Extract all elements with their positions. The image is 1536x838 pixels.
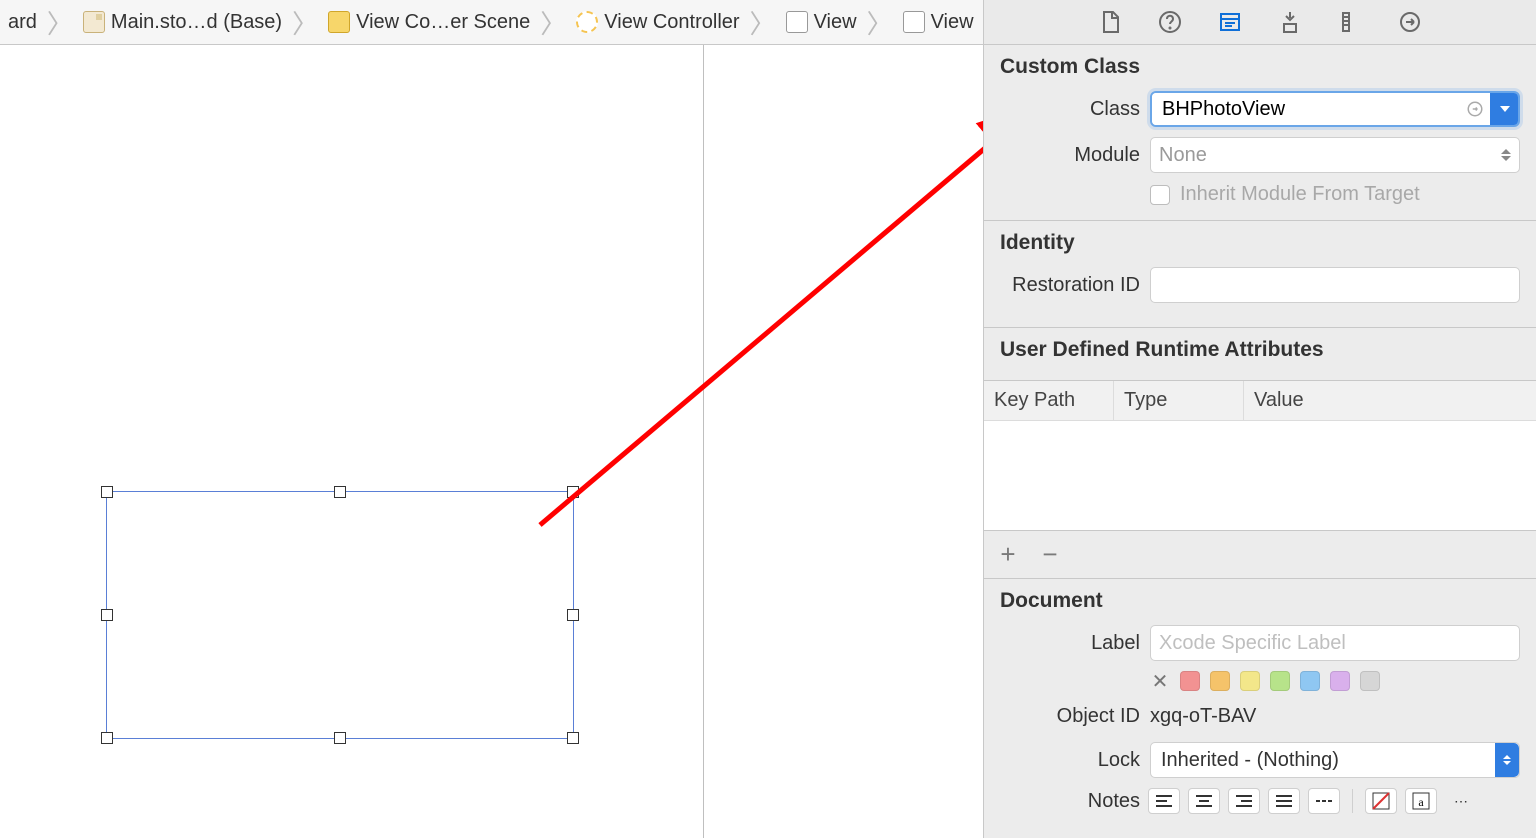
view-controller-icon: [576, 11, 598, 33]
notes-more-button[interactable]: ⋯: [1445, 788, 1477, 814]
restoration-id-input[interactable]: [1150, 267, 1520, 303]
color-swatch[interactable]: [1360, 671, 1380, 691]
separator: [1352, 789, 1353, 813]
section-title: User Defined Runtime Attributes: [1000, 338, 1520, 362]
label-lock: Lock: [1000, 749, 1140, 772]
resize-handle[interactable]: [101, 609, 113, 621]
notes-align-left-button[interactable]: [1148, 788, 1180, 814]
resize-handle[interactable]: [334, 486, 346, 498]
col-value[interactable]: Value: [1244, 381, 1536, 420]
resize-handle[interactable]: [567, 486, 579, 498]
chevron-right-icon: 〉: [45, 4, 75, 41]
tab-connections-inspector[interactable]: [1396, 8, 1424, 36]
label-notes: Notes: [1000, 790, 1140, 813]
chevron-right-icon: 〉: [865, 4, 895, 41]
chevron-right-icon: 〉: [290, 4, 320, 41]
label-class: Class: [1000, 98, 1140, 121]
breadcrumb-item-project[interactable]: ard: [0, 11, 45, 34]
runtime-table-body[interactable]: [984, 421, 1536, 531]
canvas-divider: [703, 45, 704, 838]
svg-text:a: a: [1418, 795, 1424, 809]
tab-identity-inspector[interactable]: [1216, 8, 1244, 36]
clear-label-color-button[interactable]: ✕: [1150, 671, 1170, 691]
breadcrumb-label: View Controller: [604, 11, 739, 34]
breadcrumb[interactable]: ard 〉 Main.sto…d (Base) 〉 View Co…er Sce…: [0, 0, 983, 45]
label-module: Module: [1000, 144, 1140, 167]
inspector-tabs: [984, 0, 1536, 45]
inherit-module-checkbox[interactable]: [1150, 185, 1170, 205]
view-icon: [903, 11, 925, 33]
resize-handle[interactable]: [101, 732, 113, 744]
class-combobox[interactable]: [1150, 91, 1520, 127]
resize-handle[interactable]: [567, 732, 579, 744]
module-placeholder: None: [1159, 144, 1207, 167]
breadcrumb-label: View: [814, 11, 857, 34]
breadcrumb-item-view[interactable]: View: [778, 11, 865, 34]
selected-view[interactable]: [106, 491, 574, 739]
breadcrumb-item-view[interactable]: View: [895, 11, 982, 34]
notes-align-right-button[interactable]: [1228, 788, 1260, 814]
notes-color-button[interactable]: [1365, 788, 1397, 814]
tab-size-inspector[interactable]: [1336, 8, 1364, 36]
resize-handle[interactable]: [334, 732, 346, 744]
color-swatch[interactable]: [1270, 671, 1290, 691]
resize-handle[interactable]: [101, 486, 113, 498]
chevron-updown-icon: [1501, 149, 1511, 161]
tab-attributes-inspector[interactable]: [1276, 8, 1304, 36]
color-swatch[interactable]: [1180, 671, 1200, 691]
document-label-input[interactable]: [1150, 625, 1520, 661]
lock-select[interactable]: Inherited - (Nothing): [1150, 742, 1520, 778]
section-custom-class: Custom Class Class Module None: [984, 45, 1536, 221]
tab-file-inspector[interactable]: [1096, 8, 1124, 36]
section-title: Document: [1000, 589, 1520, 613]
storyboard-file-icon: [83, 11, 105, 33]
runtime-table-footer: + −: [984, 531, 1536, 579]
inspector-panel: Custom Class Class Module None: [983, 0, 1536, 838]
tab-quick-help[interactable]: [1156, 8, 1184, 36]
lock-value: Inherited - (Nothing): [1161, 749, 1339, 772]
color-swatch[interactable]: [1330, 671, 1350, 691]
notes-font-button[interactable]: a: [1405, 788, 1437, 814]
col-key-path[interactable]: Key Path: [984, 381, 1114, 420]
add-attribute-button[interactable]: +: [996, 539, 1020, 570]
chevron-right-icon: 〉: [538, 4, 568, 41]
color-swatch[interactable]: [1240, 671, 1260, 691]
module-combobox[interactable]: None: [1150, 137, 1520, 173]
label-document-label: Label: [1000, 632, 1140, 655]
object-id-value: xgq-oT-BAV: [1150, 701, 1520, 732]
class-input[interactable]: [1152, 93, 1460, 125]
breadcrumb-label: Main.sto…d (Base): [111, 11, 282, 34]
resize-handle[interactable]: [567, 609, 579, 621]
notes-align-justify-button[interactable]: [1268, 788, 1300, 814]
notes-align-center-button[interactable]: [1188, 788, 1220, 814]
section-title: Custom Class: [1000, 55, 1520, 79]
section-title: Identity: [1000, 231, 1520, 255]
remove-attribute-button[interactable]: −: [1038, 539, 1062, 570]
section-identity: Identity Restoration ID: [984, 221, 1536, 328]
label-object-id: Object ID: [1000, 705, 1140, 728]
notes-style-dashed-button[interactable]: [1308, 788, 1340, 814]
runtime-table-header: Key Path Type Value: [984, 381, 1536, 421]
chevron-right-icon: 〉: [748, 4, 778, 41]
class-dropdown-button[interactable]: [1490, 93, 1518, 125]
breadcrumb-label: View Co…er Scene: [356, 11, 530, 34]
view-icon: [786, 11, 808, 33]
section-document: Document Label ✕ Object ID xgq-oT-BAV Lo…: [984, 579, 1536, 838]
scene-icon: [328, 11, 350, 33]
col-type[interactable]: Type: [1114, 381, 1244, 420]
label-restoration-id: Restoration ID: [1000, 274, 1140, 297]
breadcrumb-item-scene[interactable]: View Co…er Scene: [320, 11, 538, 34]
breadcrumb-label: ard: [8, 11, 37, 34]
jump-to-class-icon[interactable]: [1460, 93, 1490, 125]
breadcrumb-item-controller[interactable]: View Controller: [568, 11, 747, 34]
breadcrumb-label: View: [931, 11, 974, 34]
color-swatch[interactable]: [1300, 671, 1320, 691]
inherit-module-label: Inherit Module From Target: [1180, 183, 1420, 206]
canvas[interactable]: [0, 45, 983, 838]
section-runtime-attributes: User Defined Runtime Attributes Key Path…: [984, 328, 1536, 579]
breadcrumb-item-file[interactable]: Main.sto…d (Base): [75, 11, 290, 34]
chevron-updown-icon: [1495, 743, 1519, 777]
label-color-swatches: ✕: [1150, 671, 1520, 691]
color-swatch[interactable]: [1210, 671, 1230, 691]
